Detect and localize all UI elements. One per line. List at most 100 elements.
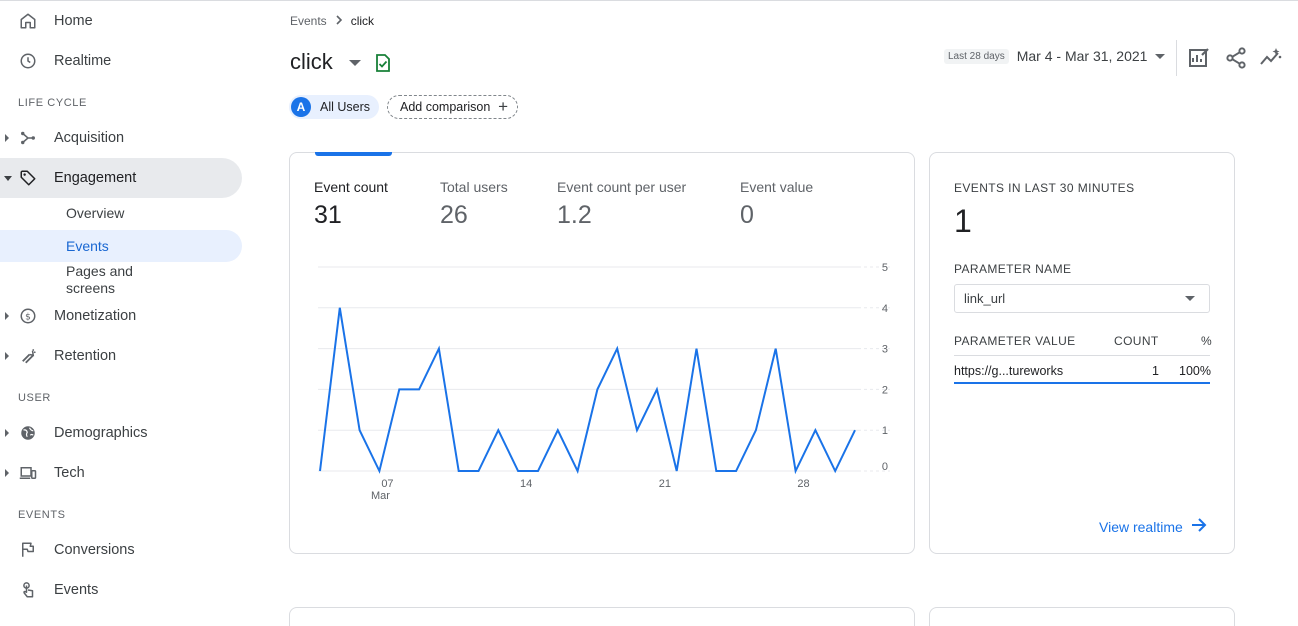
y-tick-label: 0 — [882, 461, 888, 473]
home-icon — [18, 11, 38, 31]
expand-arrow-icon — [5, 352, 9, 360]
sidebar-item-label: Retention — [54, 348, 117, 364]
y-tick-label: 1 — [882, 425, 888, 437]
date-range-picker[interactable]: Last 28 days Mar 4 - Mar 31, 2021 — [944, 48, 1166, 64]
event-count-line-chart: 0 1 2 3 4 5 07 14 21 28 Mar — [318, 262, 890, 502]
sidebar-item-conversions[interactable]: Conversions — [0, 530, 242, 570]
metric-label: Event value — [740, 179, 814, 195]
metric-tab-event-count-per-user[interactable]: Event count per user 1.2 — [557, 179, 686, 230]
parameter-name-label: PARAMETER NAME — [954, 262, 1072, 276]
metric-value: 31 — [314, 201, 342, 229]
breadcrumb: Events click — [290, 14, 374, 28]
breadcrumb-current: click — [350, 14, 375, 28]
sidebar-item-events[interactable]: Events — [0, 230, 242, 262]
sidebar-item-engagement[interactable]: Engagement — [0, 158, 242, 198]
sidebar-item-tech[interactable]: Tech — [0, 453, 242, 493]
sidebar-item-label: Tech — [54, 465, 85, 481]
magnet-icon — [18, 346, 38, 366]
x-tick-sublabel: Mar — [371, 490, 390, 502]
customize-report-icon[interactable] — [1187, 46, 1211, 70]
add-comparison-label: Add comparison — [400, 100, 491, 114]
sidebar-item-pages-and-screens[interactable]: Pages and screens — [0, 263, 242, 297]
date-range-value: Mar 4 - Mar 31, 2021 — [1016, 48, 1148, 64]
expand-arrow-icon — [5, 134, 9, 142]
page-title: click — [290, 49, 333, 74]
sidebar-item-home[interactable]: Home — [0, 1, 242, 41]
segment-chip-all-users[interactable]: A All Users — [289, 95, 379, 119]
percent-bar — [954, 382, 1210, 384]
parameter-name-value: link_url — [964, 291, 1006, 306]
metric-label: Total users — [440, 179, 508, 195]
segment-avatar: A — [291, 97, 311, 117]
sidebar: Home Realtime LIFE CYCLE Acquisition Eng… — [0, 0, 250, 626]
chevron-right-icon — [335, 14, 343, 28]
sidebar-item-monetization[interactable]: $ Monetization — [0, 296, 242, 336]
column-header-percent: % — [1201, 334, 1213, 348]
table-cell-parameter-value: https://g...tureworks — [954, 364, 1064, 378]
devices-icon — [18, 463, 38, 483]
dollar-icon: $ — [18, 306, 38, 326]
date-range-preset: Last 28 days — [944, 48, 1009, 64]
sidebar-item-label: Monetization — [54, 308, 137, 324]
arrow-right-icon — [1191, 518, 1207, 535]
secondary-card-left — [289, 607, 915, 626]
y-tick-label: 2 — [882, 384, 888, 396]
sidebar-item-label: Engagement — [54, 170, 137, 186]
x-tick-label: 21 — [659, 478, 671, 490]
sidebar-item-label: Conversions — [54, 542, 135, 558]
sidebar-item-label: Realtime — [54, 53, 112, 69]
selected-metric-indicator — [315, 152, 392, 156]
realtime-count: 1 — [954, 203, 972, 239]
expand-arrow-icon — [5, 312, 9, 320]
svg-text:$: $ — [25, 312, 31, 322]
sidebar-item-demographics[interactable]: Demographics — [0, 413, 242, 453]
verified-check-icon — [375, 54, 391, 77]
metric-label: Event count per user — [557, 179, 687, 195]
title-dropdown-icon[interactable] — [349, 60, 361, 66]
realtime-card: EVENTS IN LAST 30 MINUTES 1 PARAMETER NA… — [929, 152, 1235, 554]
add-comparison-button[interactable]: Add comparison + — [387, 95, 518, 119]
view-realtime-link[interactable]: View realtime — [1099, 518, 1207, 535]
plus-icon: + — [498, 97, 508, 116]
acquisition-icon — [18, 128, 38, 148]
breadcrumb-parent[interactable]: Events — [290, 14, 327, 28]
touch-icon — [18, 580, 38, 600]
table-cell-percent: 100% — [1179, 364, 1211, 378]
metric-label: Event count — [314, 179, 388, 195]
table-cell-count: 1 — [1152, 364, 1159, 378]
segment-label: All Users — [320, 100, 371, 114]
share-icon[interactable] — [1224, 46, 1248, 70]
x-tick-label: 28 — [797, 478, 809, 490]
sidebar-item-label: Demographics — [54, 425, 148, 441]
column-header-parameter-value: PARAMETER VALUE — [954, 334, 1076, 348]
sidebar-item-label: screens — [66, 280, 116, 296]
section-events: EVENTS — [18, 509, 66, 521]
sidebar-item-acquisition[interactable]: Acquisition — [0, 118, 242, 158]
chevron-down-icon — [1155, 53, 1166, 59]
section-lifecycle: LIFE CYCLE — [18, 97, 87, 109]
parameter-name-select[interactable]: link_url — [954, 284, 1210, 313]
section-user: USER — [18, 392, 51, 404]
insights-icon[interactable] — [1259, 46, 1283, 70]
sidebar-item-events-config[interactable]: Events — [0, 570, 242, 610]
x-tick-label: 14 — [520, 478, 532, 490]
column-header-count: COUNT — [1114, 334, 1159, 348]
expand-arrow-icon — [5, 429, 9, 437]
chevron-down-icon — [1185, 296, 1195, 301]
sidebar-item-label: Events — [54, 582, 99, 598]
sidebar-item-overview[interactable]: Overview — [0, 205, 242, 225]
y-tick-label: 3 — [882, 344, 888, 356]
toolbar-divider — [1176, 40, 1177, 76]
flag-icon — [18, 540, 38, 560]
realtime-title: EVENTS IN LAST 30 MINUTES — [954, 181, 1135, 195]
sidebar-item-retention[interactable]: Retention — [0, 336, 242, 376]
view-realtime-label: View realtime — [1099, 518, 1183, 535]
metric-tab-event-count[interactable]: Event count 31 — [314, 179, 388, 230]
sidebar-item-realtime[interactable]: Realtime — [0, 41, 242, 81]
expand-arrow-icon — [5, 469, 9, 477]
metric-value: 1.2 — [557, 201, 592, 229]
metric-value: 26 — [440, 201, 468, 229]
metric-tab-total-users[interactable]: Total users 26 — [440, 179, 508, 230]
metric-tab-event-value[interactable]: Event value 0 — [740, 179, 813, 230]
sidebar-item-label: Pages and — [66, 263, 133, 279]
